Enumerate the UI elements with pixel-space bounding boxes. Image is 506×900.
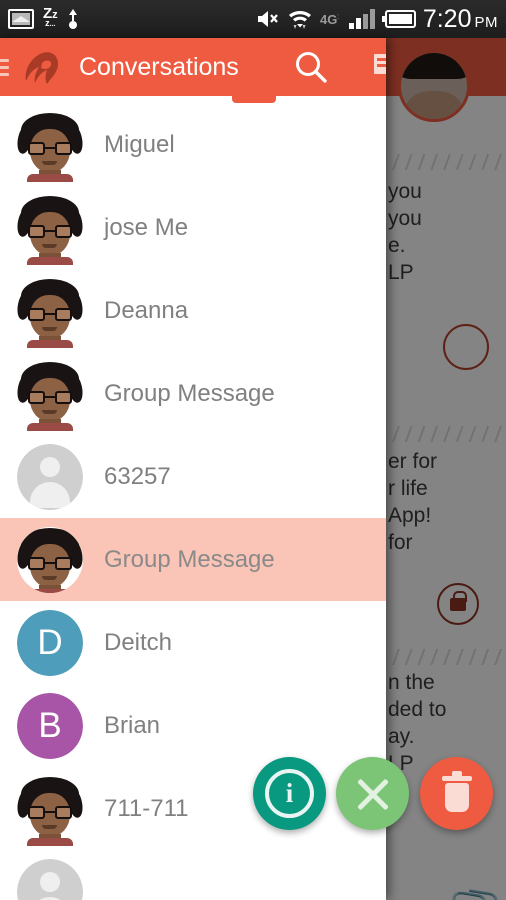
list-item-label: Brian [104, 711, 161, 739]
avatar: B [17, 692, 83, 759]
battery-icon [381, 10, 416, 28]
avatar [15, 112, 85, 182]
list-item-label: Group Message [104, 379, 275, 407]
list-item[interactable]: Miguel [0, 103, 386, 186]
svg-text::: : [337, 12, 339, 21]
avatar [15, 361, 85, 431]
svg-text:4G: 4G [320, 12, 337, 27]
network-4g-icon: 4G : [320, 12, 339, 27]
app-screen: you you e. LP er for r life App! for n t… [0, 0, 506, 900]
info-fab[interactable]: i [253, 757, 326, 830]
list-item-selected[interactable]: Group Message [0, 518, 386, 601]
volume-mute-icon [257, 11, 278, 27]
avatar [17, 858, 83, 900]
avatar: D [17, 609, 83, 676]
avatar [15, 195, 85, 265]
list-item-label: 711-711 [104, 794, 189, 822]
list-item[interactable]: 711-711 [0, 767, 386, 850]
list-item[interactable]: Deanna [0, 269, 386, 352]
e-logo [18, 47, 66, 87]
clock-meridiem: PM [474, 13, 498, 31]
screenshot-icon [8, 9, 34, 29]
avatar [17, 526, 83, 593]
search-icon[interactable] [283, 38, 339, 96]
list-item[interactable]: jose Me [0, 186, 386, 269]
list-item-label: Miguel [104, 130, 175, 158]
avatar [17, 443, 83, 510]
trash-icon [441, 770, 472, 812]
list-item-label: jose Me [104, 213, 189, 241]
default-person-icon [17, 858, 83, 900]
list-item-label: Group Message [104, 545, 275, 573]
close-icon [353, 774, 393, 814]
list-item[interactable]: B Brian [0, 684, 386, 767]
delete-fab[interactable] [420, 757, 493, 830]
list-item[interactable]: 63257 [0, 435, 386, 518]
list-item-label: 63257 [104, 462, 171, 490]
hamburger-menu-icon[interactable] [0, 55, 9, 80]
default-person-icon [17, 443, 83, 510]
conversations-drawer: Conversations Miguel jose Me Deanna Grou… [0, 38, 386, 900]
page-title: Conversations [79, 52, 239, 81]
letter-avatar: B [17, 692, 83, 759]
wifi-icon [288, 11, 311, 29]
sleep-zz-icon: Zz z... [43, 4, 58, 28]
avatar [15, 278, 85, 348]
appbar-notch [232, 96, 276, 103]
list-item[interactable]: D Deitch [0, 601, 386, 684]
status-bar: Zz z... 4G : 7:20 PM [0, 0, 506, 38]
close-fab[interactable] [336, 757, 409, 830]
list-item[interactable] [0, 850, 386, 900]
new-message-icon[interactable] [363, 38, 386, 96]
signal-bars-icon [348, 9, 375, 29]
conversation-list[interactable]: Miguel jose Me Deanna Group Message 6325… [0, 103, 386, 900]
info-icon: i [265, 769, 314, 818]
upload-arrow-icon [68, 9, 77, 29]
app-bar: Conversations [0, 38, 386, 96]
list-item[interactable]: Group Message [0, 352, 386, 435]
letter-avatar: D [17, 609, 83, 676]
list-item-label: Deanna [104, 296, 189, 324]
avatar [15, 776, 85, 846]
clock-time: 7:20 [422, 4, 472, 33]
list-item-label: Deitch [104, 628, 173, 656]
